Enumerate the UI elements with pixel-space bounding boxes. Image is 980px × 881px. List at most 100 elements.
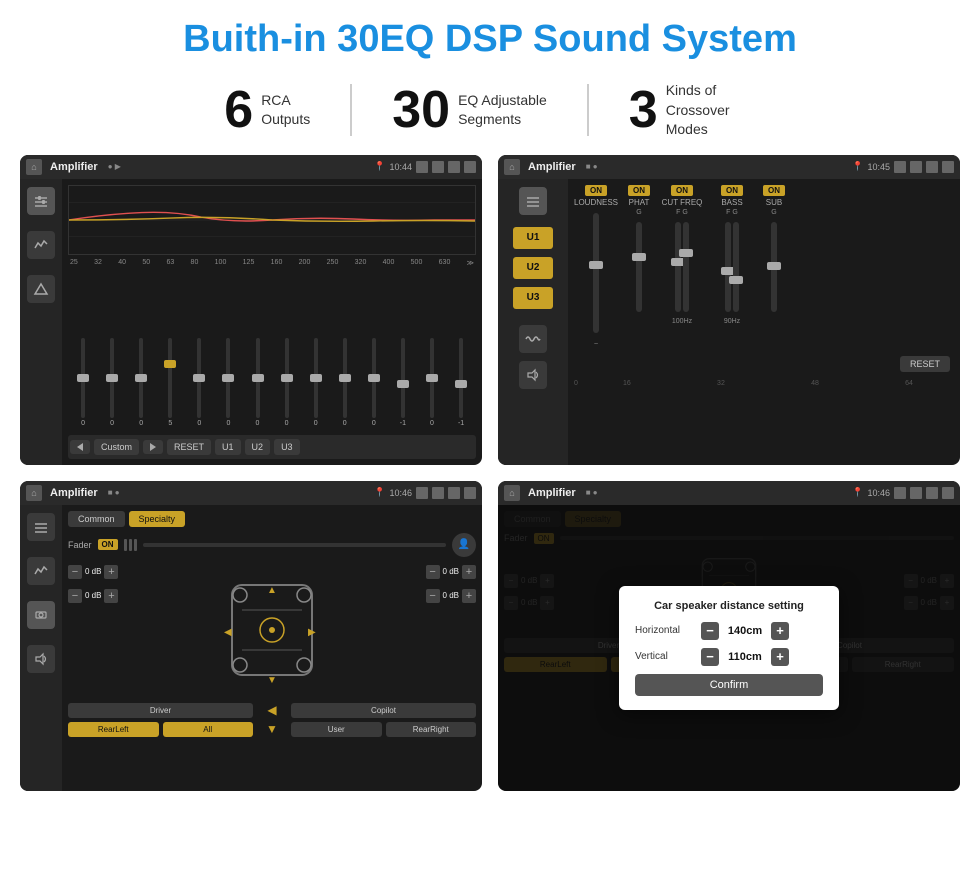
sub-on[interactable]: ON — [763, 185, 785, 196]
btn-user[interactable]: User — [291, 722, 382, 737]
vertical-minus[interactable]: − — [701, 648, 719, 666]
home-icon-4[interactable]: ⌂ — [504, 485, 520, 501]
cutfreq-slider-g[interactable] — [683, 222, 689, 312]
spk-sidebar-btn-3[interactable] — [27, 601, 55, 629]
amp-main-panel: ON LOUDNESS ~ ON PHAT G — [568, 179, 960, 465]
eq-custom-btn[interactable]: Custom — [94, 439, 139, 455]
spk-plus-2[interactable]: + — [104, 589, 118, 603]
car-diagram: ▲ ▼ ◀ ▶ — [212, 565, 332, 695]
eq-slider-12[interactable]: 0 — [419, 338, 445, 427]
eq-play-btn[interactable] — [143, 440, 163, 454]
vol-icon-3 — [432, 487, 444, 499]
spk-ctrl-bottomleft: − 0 dB + — [68, 589, 118, 603]
spk-plus-3[interactable]: + — [462, 565, 476, 579]
eq-sidebar-btn-1[interactable] — [27, 187, 55, 215]
spk-sidebar-btn-2[interactable] — [27, 557, 55, 585]
eq-sidebar-btn-2[interactable] — [27, 231, 55, 259]
eq-slider-8[interactable]: 0 — [303, 338, 329, 427]
stat-rca-number: 6 — [224, 84, 253, 136]
vertical-plus[interactable]: + — [771, 648, 789, 666]
horizontal-plus[interactable]: + — [771, 622, 789, 640]
phat-on[interactable]: ON — [628, 185, 650, 196]
btn-copilot[interactable]: Copilot — [291, 703, 476, 718]
cutfreq-on[interactable]: ON — [671, 185, 693, 196]
eq-slider-4[interactable]: 0 — [186, 338, 212, 427]
spk-sidebar-btn-4[interactable] — [27, 645, 55, 673]
stat-crossover-label: Kinds ofCrossover Modes — [666, 81, 756, 140]
spk-minus-2[interactable]: − — [68, 589, 82, 603]
home-icon-1[interactable]: ⌂ — [26, 159, 42, 175]
horizontal-label: Horizontal — [635, 625, 695, 636]
eq-u3-btn[interactable]: U3 — [274, 439, 300, 455]
tab-common[interactable]: Common — [68, 511, 125, 527]
amp-sidebar-btn-wave[interactable] — [519, 325, 547, 353]
amp-reset-btn[interactable]: RESET — [900, 356, 950, 372]
spk-db-2: 0 dB — [85, 591, 101, 600]
spk-left-sidebar — [20, 505, 62, 791]
eq-slider-0[interactable]: 0 — [70, 338, 96, 427]
eq-slider-7[interactable]: 0 — [274, 338, 300, 427]
back-icon-1[interactable] — [464, 161, 476, 173]
loudness-on[interactable]: ON — [585, 185, 607, 196]
bass-slider-g[interactable] — [733, 222, 739, 312]
u3-btn[interactable]: U3 — [513, 287, 553, 309]
amp-sidebar-btn-eq[interactable] — [519, 187, 547, 215]
spk-minus-4[interactable]: − — [426, 589, 440, 603]
amp-sidebar-btn-vol[interactable] — [519, 361, 547, 389]
fader-icon-btn[interactable]: 👤 — [452, 533, 476, 557]
eq-u1-btn[interactable]: U1 — [215, 439, 241, 455]
eq-slider-13[interactable]: -1 — [448, 338, 474, 427]
cutfreq-slider-f[interactable] — [675, 222, 681, 312]
stat-eq-number: 30 — [392, 84, 450, 136]
spk-plus-4[interactable]: + — [462, 589, 476, 603]
btn-rearright[interactable]: RearRight — [386, 722, 477, 737]
spk-minus-1[interactable]: − — [68, 565, 82, 579]
loudness-slider[interactable] — [593, 213, 599, 333]
eq-slider-5[interactable]: 0 — [215, 338, 241, 427]
eq-slider-1[interactable]: 0 — [99, 338, 125, 427]
sub-slider[interactable] — [771, 222, 777, 312]
horizontal-minus[interactable]: − — [701, 622, 719, 640]
phat-label: PHAT — [629, 198, 650, 207]
eq-slider-2[interactable]: 0 — [128, 338, 154, 427]
phat-slider[interactable] — [636, 222, 642, 312]
eq-slider-9[interactable]: 0 — [332, 338, 358, 427]
back-icon-4[interactable] — [942, 487, 954, 499]
spk-sidebar-btn-1[interactable] — [27, 513, 55, 541]
btn-driver[interactable]: Driver — [68, 703, 253, 718]
u1-btn[interactable]: U1 — [513, 227, 553, 249]
phat-control: ON PHAT G — [624, 185, 654, 316]
camera-icon-1 — [416, 161, 428, 173]
spk-db-3: 0 dB — [443, 567, 459, 576]
tab-specialty[interactable]: Specialty — [129, 511, 186, 527]
bass-slider-f[interactable] — [725, 222, 731, 312]
eq-slider-11[interactable]: -1 — [390, 338, 416, 427]
btn-rearleft[interactable]: RearLeft — [68, 722, 159, 737]
bass-on[interactable]: ON — [721, 185, 743, 196]
vol-icon-2 — [910, 161, 922, 173]
u2-btn[interactable]: U2 — [513, 257, 553, 279]
eq-slider-3[interactable]: 5 — [157, 338, 183, 427]
fader-track[interactable] — [143, 543, 446, 547]
btn-all[interactable]: All — [163, 722, 254, 737]
eq-reset-btn[interactable]: RESET — [167, 439, 211, 455]
eq-slider-6[interactable]: 0 — [244, 338, 270, 427]
eq-u2-btn[interactable]: U2 — [245, 439, 271, 455]
eq-sidebar-btn-3[interactable] — [27, 275, 55, 303]
spk-ctrl-topleft: − 0 dB + — [68, 565, 118, 579]
fader-on-btn[interactable]: ON — [98, 539, 118, 550]
spk-minus-3[interactable]: − — [426, 565, 440, 579]
spk-plus-1[interactable]: + — [104, 565, 118, 579]
home-icon-2[interactable]: ⌂ — [504, 159, 520, 175]
svg-text:▼: ▼ — [267, 675, 277, 686]
sub-label: SUB — [766, 198, 782, 207]
back-icon-3[interactable] — [464, 487, 476, 499]
screen2-body: U1 U2 U3 — [498, 179, 960, 465]
confirm-button[interactable]: Confirm — [635, 674, 823, 696]
vol-icon-1 — [432, 161, 444, 173]
eq-prev-btn[interactable] — [70, 440, 90, 454]
time-2: 10:45 — [867, 162, 890, 172]
eq-slider-10[interactable]: 0 — [361, 338, 387, 427]
home-icon-3[interactable]: ⌂ — [26, 485, 42, 501]
back-icon-2[interactable] — [942, 161, 954, 173]
